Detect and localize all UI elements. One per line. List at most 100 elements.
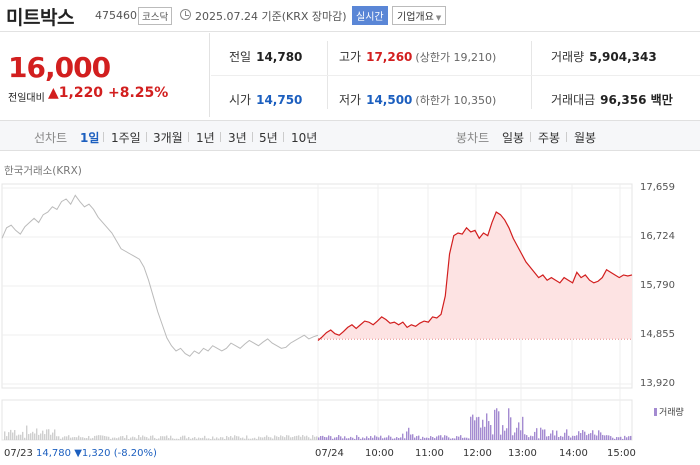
prev-day-percent: (-8.20%) xyxy=(113,448,157,459)
volume-bar xyxy=(242,437,244,440)
volume-bar xyxy=(340,436,342,440)
volume-bar xyxy=(358,436,360,440)
volume-bar xyxy=(588,433,590,440)
volume-bar xyxy=(130,437,132,440)
volume-bar xyxy=(580,433,582,440)
volume-bar xyxy=(6,436,8,440)
volume-bar xyxy=(166,435,168,440)
volume-bar xyxy=(174,438,176,440)
volume-bar xyxy=(88,436,90,440)
price-chart xyxy=(1,183,633,441)
volume-bar xyxy=(162,436,164,440)
volume-bar xyxy=(218,438,220,440)
volume-bar xyxy=(574,435,576,440)
volume-bar xyxy=(356,435,358,440)
volume-bar xyxy=(452,438,454,440)
volume-bar xyxy=(564,432,566,440)
volume-bar xyxy=(350,436,352,440)
x-tick-label: 13:00 xyxy=(508,448,537,459)
volume-bar xyxy=(286,435,288,440)
volume-bar xyxy=(466,437,468,440)
volume-bar xyxy=(380,435,382,440)
volume-bar xyxy=(270,437,272,440)
volume-bar xyxy=(144,436,146,440)
volume-bar xyxy=(548,436,550,440)
volume-bar xyxy=(304,436,306,440)
volume-bar xyxy=(132,436,134,440)
volume-bar xyxy=(184,435,186,440)
volume-bar xyxy=(494,409,496,440)
volume-bar xyxy=(10,429,12,440)
volume-bar xyxy=(592,430,594,440)
volume-bar xyxy=(22,431,24,440)
volume-bar xyxy=(76,437,78,440)
volume-bar xyxy=(320,435,322,440)
volume-bar xyxy=(560,435,562,440)
volume-bar xyxy=(186,438,188,440)
volume-bar xyxy=(514,432,516,440)
volume-bar xyxy=(34,433,36,440)
volume-bar xyxy=(420,438,422,440)
volume-bar xyxy=(146,437,148,440)
volume-bar xyxy=(438,435,440,440)
volume-bar xyxy=(70,437,72,440)
volume-bar xyxy=(500,434,502,440)
volume-bar xyxy=(426,437,428,440)
volume-bar xyxy=(424,437,426,440)
volume-bar xyxy=(392,438,394,440)
volume-bar xyxy=(436,436,438,440)
volume-bar xyxy=(182,435,184,440)
volume-bar xyxy=(498,411,500,440)
volume-bar xyxy=(118,437,120,440)
volume-bar xyxy=(594,434,596,440)
volume-bar xyxy=(42,430,44,440)
volume-bar xyxy=(12,432,14,440)
volume-bar xyxy=(348,438,350,440)
volume-bar xyxy=(530,435,532,440)
volume-bar xyxy=(506,428,508,440)
volume-bar xyxy=(212,436,214,440)
volume-bar xyxy=(324,436,326,440)
volume-bar xyxy=(504,430,506,440)
volume-bar xyxy=(318,437,320,440)
volume-bar xyxy=(288,435,290,440)
volume-bar xyxy=(382,438,384,440)
volume-bar xyxy=(50,434,52,440)
volume-bar xyxy=(342,438,344,440)
volume-bar xyxy=(276,436,278,440)
volume-bar xyxy=(54,429,56,440)
volume-bar xyxy=(222,437,224,440)
volume-bar xyxy=(352,437,354,440)
volume-bar xyxy=(274,435,276,440)
y-tick-label: 15,790 xyxy=(640,280,675,291)
volume-bar xyxy=(398,437,400,440)
volume-bar xyxy=(444,435,446,440)
volume-bar xyxy=(488,421,490,440)
volume-bar xyxy=(570,437,572,440)
volume-bar xyxy=(432,437,434,440)
volume-bar xyxy=(102,435,104,440)
volume-bar xyxy=(278,437,280,440)
y-tick-label: 17,659 xyxy=(640,182,675,193)
volume-bar xyxy=(260,437,262,440)
volume-bar xyxy=(190,438,192,440)
volume-bar xyxy=(180,436,182,440)
volume-bar xyxy=(268,436,270,440)
volume-bar xyxy=(232,437,234,440)
volume-bar xyxy=(510,417,512,440)
volume-bar xyxy=(476,417,478,440)
volume-bar xyxy=(194,437,196,440)
volume-bar xyxy=(468,438,470,440)
volume-bar xyxy=(568,435,570,440)
volume-bar xyxy=(418,435,420,440)
volume-bar xyxy=(518,422,520,440)
volume-bar xyxy=(526,435,528,440)
volume-bar xyxy=(458,436,460,440)
volume-bar xyxy=(272,438,274,440)
volume-bar xyxy=(206,438,208,440)
volume-legend-label: 거래량 xyxy=(659,408,684,418)
volume-bar xyxy=(104,436,106,440)
volume-bar xyxy=(26,425,28,440)
volume-bar xyxy=(20,434,22,440)
volume-bar xyxy=(400,437,402,440)
